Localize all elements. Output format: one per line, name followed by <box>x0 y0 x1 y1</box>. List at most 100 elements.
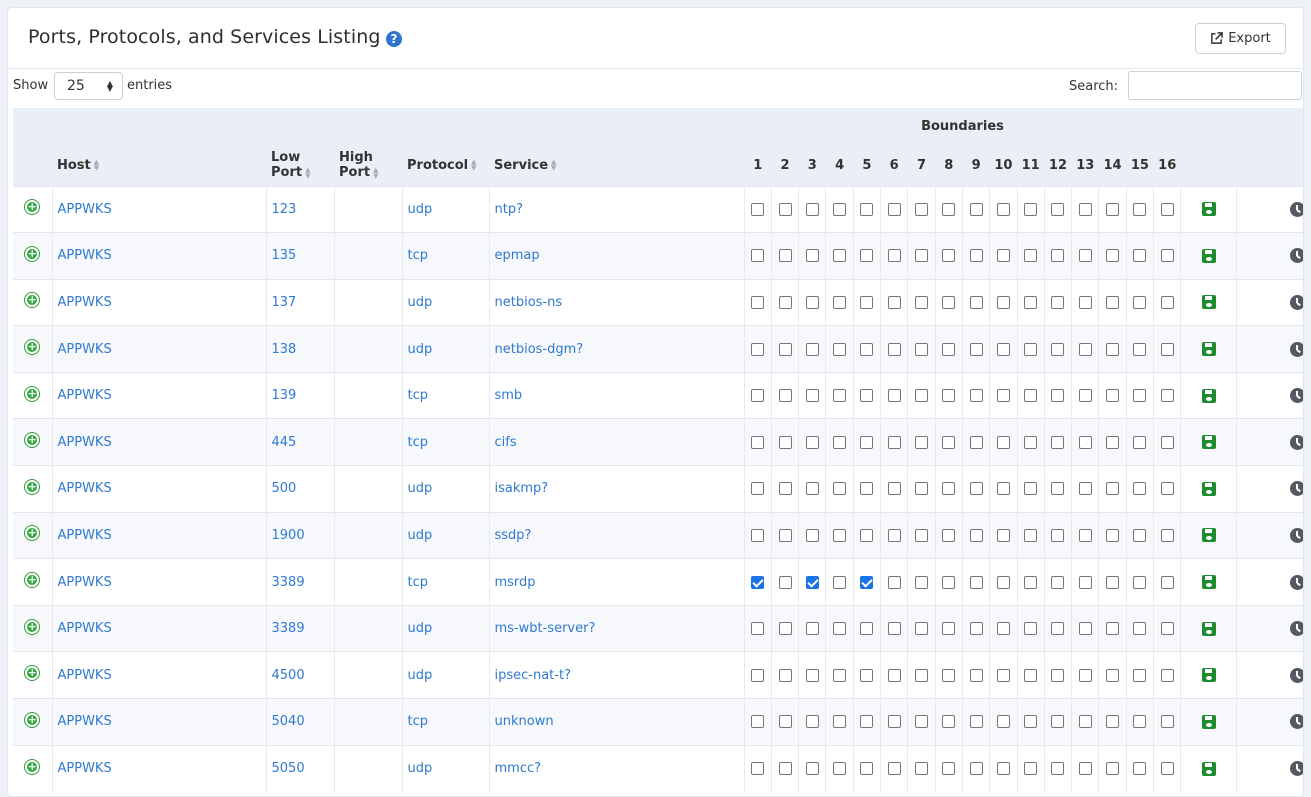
boundary-checkbox[interactable] <box>1133 342 1147 356</box>
boundary-checkbox[interactable] <box>751 528 765 542</box>
protocol-link[interactable]: udp <box>408 202 433 217</box>
boundary-checkbox[interactable] <box>1106 342 1120 356</box>
protocol-link[interactable]: tcp <box>408 388 429 403</box>
boundary-checkbox[interactable] <box>805 715 819 729</box>
plus-circle-icon[interactable]: + <box>24 292 41 309</box>
boundary-checkbox[interactable] <box>996 575 1010 589</box>
boundary-checkbox[interactable] <box>805 575 819 589</box>
save-icon[interactable] <box>1201 575 1216 590</box>
boundary-checkbox[interactable] <box>1024 202 1038 216</box>
boundary-checkbox[interactable] <box>914 762 928 776</box>
protocol-link[interactable]: tcp <box>408 575 429 590</box>
boundary-checkbox[interactable] <box>778 528 792 542</box>
boundary-checkbox[interactable] <box>1024 249 1038 263</box>
boundary-checkbox[interactable] <box>1051 389 1065 403</box>
boundary-checkbox[interactable] <box>860 295 874 309</box>
boundary-checkbox[interactable] <box>1106 528 1120 542</box>
boundary-checkbox[interactable] <box>942 762 956 776</box>
save-icon[interactable] <box>1201 761 1216 776</box>
low-port-link[interactable]: 135 <box>272 248 297 263</box>
boundary-checkbox[interactable] <box>1024 295 1038 309</box>
protocol-link[interactable]: tcp <box>408 248 429 263</box>
boundary-checkbox[interactable] <box>860 482 874 496</box>
boundary-checkbox[interactable] <box>1051 762 1065 776</box>
boundary-checkbox[interactable] <box>942 389 956 403</box>
boundary-checkbox[interactable] <box>1078 482 1092 496</box>
plus-circle-icon[interactable]: + <box>24 432 41 449</box>
boundary-checkbox[interactable] <box>1106 575 1120 589</box>
boundary-checkbox[interactable] <box>914 435 928 449</box>
boundary-checkbox[interactable] <box>914 342 928 356</box>
boundary-checkbox[interactable] <box>805 202 819 216</box>
service-link[interactable]: ipsec-nat-t? <box>495 668 571 683</box>
boundary-checkbox[interactable] <box>887 668 901 682</box>
boundary-checkbox[interactable] <box>1078 295 1092 309</box>
plus-circle-icon[interactable]: + <box>24 711 41 728</box>
clock-icon[interactable] <box>1289 201 1303 217</box>
boundary-checkbox[interactable] <box>942 668 956 682</box>
boundary-checkbox[interactable] <box>805 668 819 682</box>
plus-circle-icon[interactable]: + <box>24 572 41 589</box>
boundary-checkbox[interactable] <box>833 435 847 449</box>
column-header-low-port[interactable]: Low Port ▲ ▼ <box>266 145 334 186</box>
boundary-checkbox[interactable] <box>778 622 792 636</box>
host-link[interactable]: APPWKS <box>58 202 112 217</box>
boundary-checkbox[interactable] <box>996 715 1010 729</box>
boundary-checkbox[interactable] <box>1133 575 1147 589</box>
service-link[interactable]: epmap <box>495 248 540 263</box>
protocol-link[interactable]: udp <box>408 295 433 310</box>
boundary-checkbox[interactable] <box>1051 528 1065 542</box>
boundary-checkbox[interactable] <box>1024 389 1038 403</box>
plus-circle-icon[interactable]: + <box>24 665 41 682</box>
boundary-checkbox[interactable] <box>914 622 928 636</box>
boundary-checkbox[interactable] <box>1133 249 1147 263</box>
service-link[interactable]: cifs <box>495 435 517 450</box>
boundary-checkbox[interactable] <box>1106 762 1120 776</box>
boundary-checkbox[interactable] <box>805 528 819 542</box>
boundary-checkbox[interactable] <box>996 435 1010 449</box>
boundary-checkbox[interactable] <box>860 389 874 403</box>
plus-circle-icon[interactable]: + <box>24 618 41 635</box>
boundary-checkbox[interactable] <box>996 389 1010 403</box>
host-link[interactable]: APPWKS <box>58 481 112 496</box>
boundary-checkbox[interactable] <box>1133 482 1147 496</box>
host-link[interactable]: APPWKS <box>58 575 112 590</box>
boundary-checkbox[interactable] <box>1133 295 1147 309</box>
save-icon[interactable] <box>1201 248 1216 263</box>
plus-circle-icon[interactable]: + <box>24 478 41 495</box>
boundary-checkbox[interactable] <box>887 249 901 263</box>
clock-icon[interactable] <box>1289 388 1303 404</box>
boundary-checkbox[interactable] <box>833 575 847 589</box>
boundary-checkbox[interactable] <box>778 389 792 403</box>
boundary-checkbox[interactable] <box>751 435 765 449</box>
boundary-checkbox[interactable] <box>1133 715 1147 729</box>
boundary-checkbox[interactable] <box>914 202 928 216</box>
boundary-checkbox[interactable] <box>1160 528 1174 542</box>
boundary-checkbox[interactable] <box>1160 295 1174 309</box>
service-link[interactable]: ssdp? <box>495 528 532 543</box>
boundary-checkbox[interactable] <box>860 342 874 356</box>
boundary-checkbox[interactable] <box>751 295 765 309</box>
boundary-checkbox[interactable] <box>860 575 874 589</box>
host-link[interactable]: APPWKS <box>58 621 112 636</box>
boundary-checkbox[interactable] <box>805 622 819 636</box>
host-link[interactable]: APPWKS <box>58 435 112 450</box>
boundary-checkbox[interactable] <box>805 762 819 776</box>
service-link[interactable]: isakmp? <box>495 481 549 496</box>
boundary-checkbox[interactable] <box>1078 575 1092 589</box>
boundary-checkbox[interactable] <box>942 202 956 216</box>
boundary-checkbox[interactable] <box>751 762 765 776</box>
low-port-link[interactable]: 138 <box>272 342 297 357</box>
boundary-checkbox[interactable] <box>751 482 765 496</box>
boundary-checkbox[interactable] <box>1024 762 1038 776</box>
boundary-checkbox[interactable] <box>1051 668 1065 682</box>
boundary-checkbox[interactable] <box>969 482 983 496</box>
boundary-checkbox[interactable] <box>942 528 956 542</box>
boundary-checkbox[interactable] <box>914 482 928 496</box>
plus-circle-icon[interactable]: + <box>24 525 41 542</box>
entries-select[interactable]: 25 ▲ ▼ <box>54 72 123 100</box>
boundary-checkbox[interactable] <box>1024 482 1038 496</box>
boundary-checkbox[interactable] <box>805 295 819 309</box>
boundary-checkbox[interactable] <box>969 575 983 589</box>
boundary-checkbox[interactable] <box>1106 482 1120 496</box>
